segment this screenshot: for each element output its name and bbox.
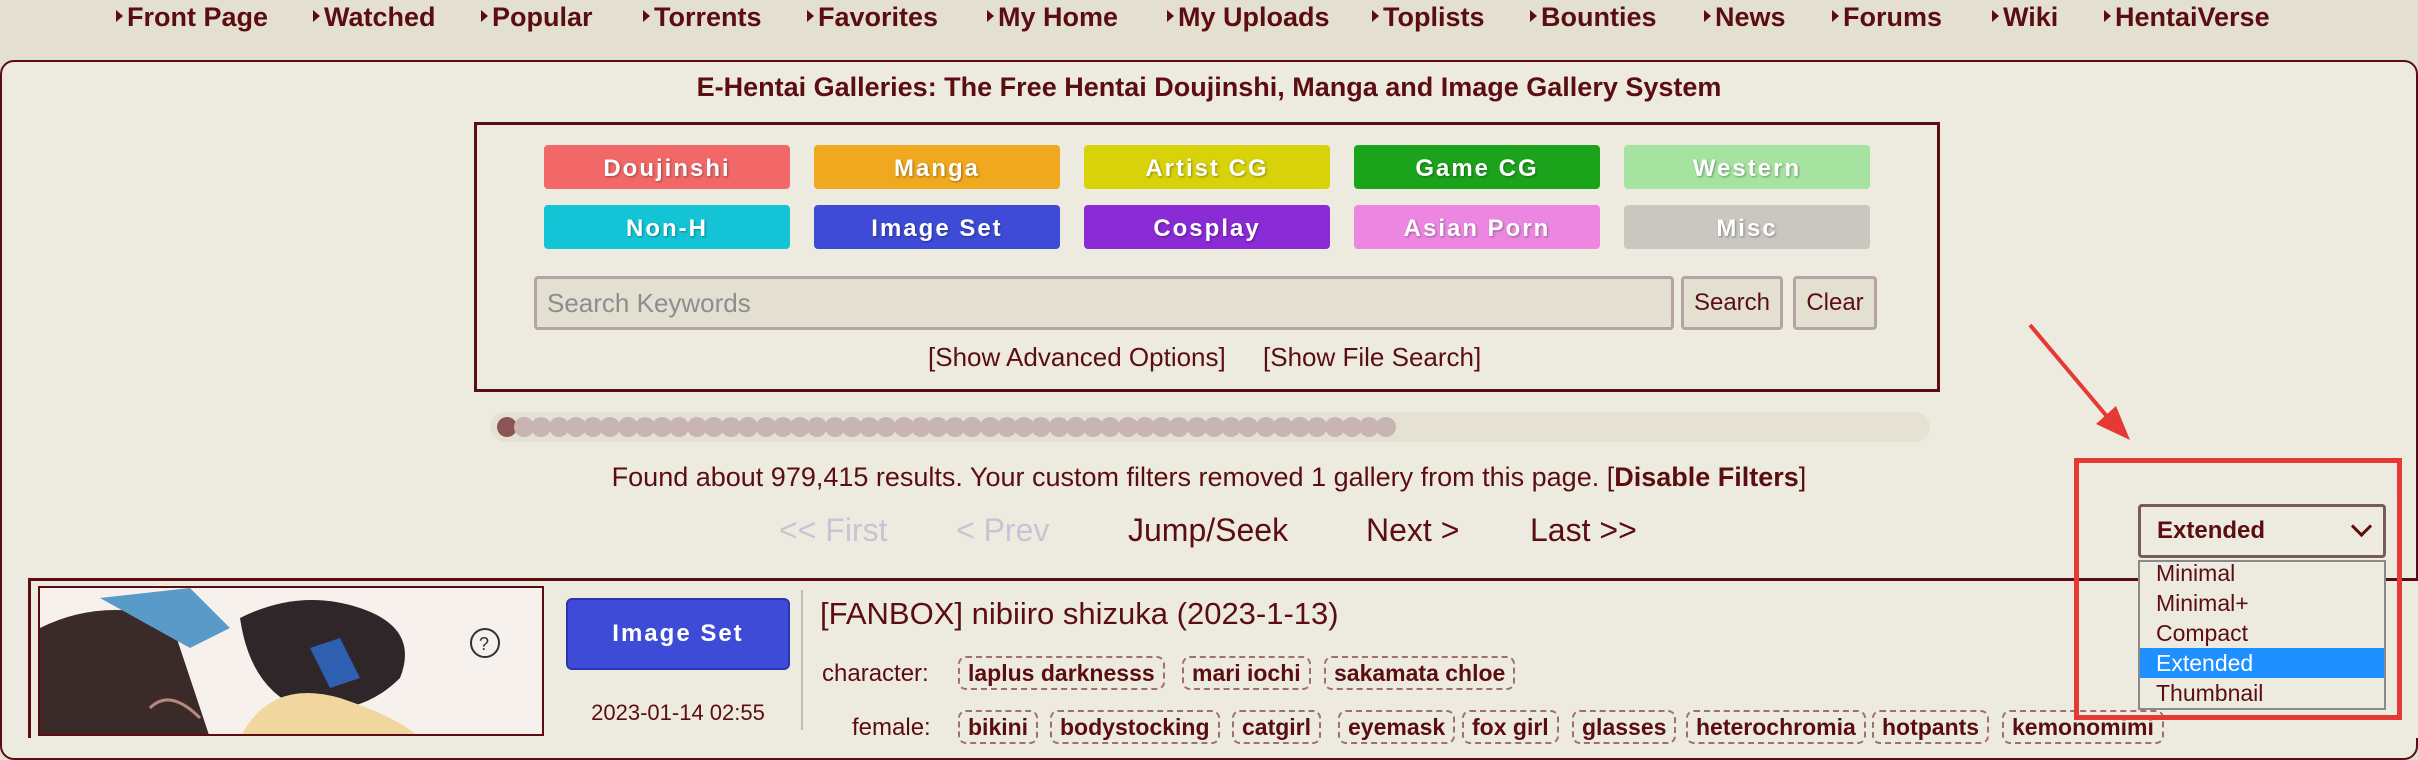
tag-female[interactable]: heterochromia — [1686, 710, 1866, 744]
page-dot[interactable] — [600, 417, 620, 437]
gallery-thumbnail[interactable]: ? — [38, 586, 544, 736]
triangle-right-icon — [807, 10, 814, 22]
pager-last[interactable]: Last >> — [1530, 512, 1637, 549]
category-cosplay-button[interactable]: Cosplay — [1084, 205, 1330, 249]
top-nav: Front Page Watched Popular Torrents Favo… — [0, 0, 2418, 40]
tag-female[interactable]: hotpants — [1872, 710, 1990, 744]
disable-filters-link[interactable]: Disable Filters — [1614, 462, 1799, 492]
search-button[interactable]: Search — [1681, 276, 1783, 330]
page-title: E-Hentai Galleries: The Free Hentai Douj… — [696, 72, 1722, 102]
divider — [801, 590, 803, 730]
nav-popular[interactable]: Popular — [481, 2, 593, 33]
tag-female[interactable]: eyemask — [1338, 710, 1456, 744]
show-file-search-link[interactable]: [Show File Search] — [1263, 342, 1481, 373]
pager-jump-seek[interactable]: Jump/Seek — [1128, 512, 1288, 549]
nav-wiki[interactable]: Wiki — [1992, 2, 2058, 33]
page-dot[interactable] — [807, 417, 827, 437]
nav-label: Front Page — [127, 2, 269, 32]
triangle-right-icon — [1832, 10, 1839, 22]
triangle-right-icon — [643, 10, 650, 22]
page-dot[interactable] — [1238, 417, 1258, 437]
page-dot[interactable] — [1031, 417, 1051, 437]
nav-news[interactable]: News — [1704, 2, 1786, 33]
gallery-category-badge[interactable]: Image Set — [566, 598, 790, 670]
svg-text:?: ? — [479, 634, 489, 654]
category-asian-porn-button[interactable]: Asian Porn — [1354, 205, 1600, 249]
nav-hentaiverse[interactable]: HentaiVerse — [2104, 2, 2270, 33]
nav-label: Toplists — [1383, 2, 1485, 32]
nav-label: Wiki — [2003, 2, 2059, 32]
highlight-box — [2074, 458, 2402, 720]
nav-label: My Uploads — [1178, 2, 1330, 32]
category-artist-cg-button[interactable]: Artist CG — [1084, 145, 1330, 189]
nav-label: Forums — [1843, 2, 1943, 32]
tag-namespace-character: character: — [822, 660, 929, 687]
gallery-date: 2023-01-14 02:55 — [591, 700, 765, 725]
nav-label: News — [1715, 2, 1786, 32]
tag-character[interactable]: laplus darknesss — [958, 656, 1165, 690]
triangle-right-icon — [116, 10, 123, 22]
triangle-right-icon — [1530, 10, 1537, 22]
nav-label: Favorites — [818, 2, 939, 32]
tag-namespace-female: female: — [852, 714, 931, 741]
tag-character[interactable]: sakamata chloe — [1324, 656, 1516, 690]
triangle-right-icon — [987, 10, 994, 22]
nav-label: My Home — [998, 2, 1119, 32]
nav-my-uploads[interactable]: My Uploads — [1167, 2, 1330, 33]
nav-toplists[interactable]: Toplists — [1372, 2, 1485, 33]
category-game-cg-button[interactable]: Game CG — [1354, 145, 1600, 189]
triangle-right-icon — [1704, 10, 1711, 22]
nav-bounties[interactable]: Bounties — [1530, 2, 1657, 33]
tag-female[interactable]: catgirl — [1232, 710, 1322, 744]
results-suffix: ] — [1798, 462, 1807, 492]
category-non-h-button[interactable]: Non-H — [544, 205, 790, 249]
show-advanced-options-link[interactable]: [Show Advanced Options] — [928, 342, 1226, 373]
page-dot[interactable] — [1376, 417, 1396, 437]
tag-female[interactable]: fox girl — [1462, 710, 1559, 744]
nav-forums[interactable]: Forums — [1832, 2, 1942, 33]
nav-watched[interactable]: Watched — [313, 2, 436, 33]
nav-my-home[interactable]: My Home — [987, 2, 1118, 33]
search-input[interactable]: Search Keywords — [534, 276, 1674, 330]
page-dot[interactable] — [962, 417, 982, 437]
pager-first: << First — [779, 512, 888, 548]
tag-female[interactable]: glasses — [1572, 710, 1677, 744]
nav-label: Popular — [492, 2, 593, 32]
category-manga-button[interactable]: Manga — [814, 145, 1060, 189]
results-summary: Found about 979,415 results. Your custom… — [0, 462, 2418, 493]
category-doujinshi-button[interactable]: Doujinshi — [544, 145, 790, 189]
triangle-right-icon — [1372, 10, 1379, 22]
nav-torrents[interactable]: Torrents — [643, 2, 762, 33]
page-dot[interactable] — [738, 417, 758, 437]
page-dot[interactable] — [1100, 417, 1120, 437]
page-dot[interactable] — [876, 417, 896, 437]
nav-label: Bounties — [1541, 2, 1657, 32]
clear-button[interactable]: Clear — [1793, 276, 1877, 330]
results-text: Found about 979,415 results. Your custom… — [611, 462, 1615, 492]
triangle-right-icon — [1992, 10, 1999, 22]
nav-favorites[interactable]: Favorites — [807, 2, 938, 33]
triangle-right-icon — [1167, 10, 1174, 22]
page-dot[interactable] — [1169, 417, 1189, 437]
tag-female[interactable]: bodystocking — [1050, 710, 1220, 744]
page-dot[interactable] — [669, 417, 689, 437]
nav-label: Watched — [324, 2, 436, 32]
category-western-button[interactable]: Western — [1624, 145, 1870, 189]
pager-prev: < Prev — [956, 512, 1050, 548]
triangle-right-icon — [313, 10, 320, 22]
page-dot[interactable] — [531, 417, 551, 437]
pager-next[interactable]: Next > — [1366, 512, 1459, 549]
page-dot[interactable] — [1307, 417, 1327, 437]
nav-label: Torrents — [654, 2, 762, 32]
nav-label: HentaiVerse — [2115, 2, 2270, 32]
category-misc-button[interactable]: Misc — [1624, 205, 1870, 249]
tag-female[interactable]: bikini — [958, 710, 1039, 744]
triangle-right-icon — [481, 10, 488, 22]
nav-front-page[interactable]: Front Page — [116, 2, 268, 33]
category-image-set-button[interactable]: Image Set — [814, 205, 1060, 249]
tag-character[interactable]: mari iochi — [1182, 656, 1311, 690]
thumbnail-illustration: ? — [40, 588, 542, 734]
gallery-title-link[interactable]: [FANBOX] nibiiro shizuka (2023-1-13) — [820, 596, 1339, 632]
triangle-right-icon — [2104, 10, 2111, 22]
